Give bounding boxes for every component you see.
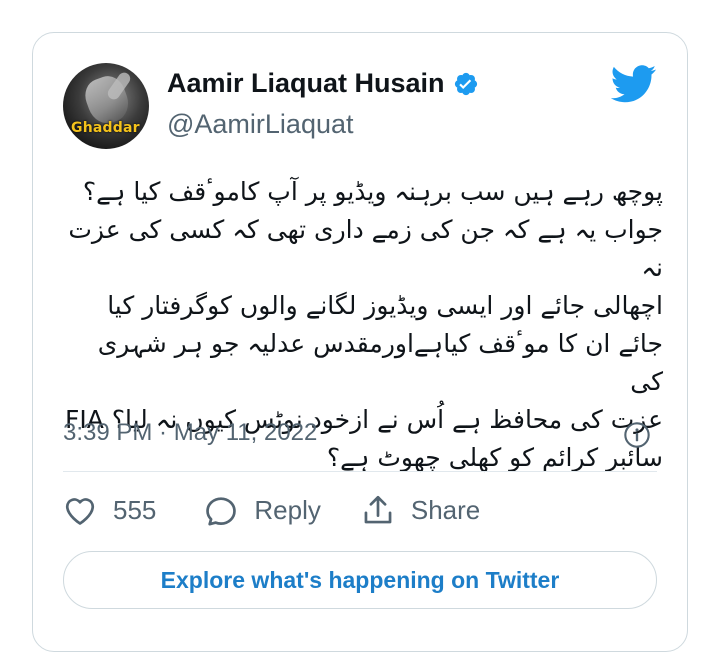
- author-name-row[interactable]: Aamir Liaquat Husain: [167, 68, 479, 99]
- tweet-card: Ghaddar Aamir Liaquat Husain @AamirLiaqu…: [32, 32, 688, 652]
- tweet-timestamp[interactable]: 3:39 PM · May 11, 2022: [63, 419, 317, 447]
- speech-bubble-icon: [206, 497, 237, 526]
- explore-twitter-button[interactable]: Explore what's happening on Twitter: [63, 551, 657, 609]
- avatar-overlay-text: Ghaddar: [71, 120, 140, 136]
- share-upload-icon: [364, 495, 392, 524]
- author-handle[interactable]: @AamirLiaquat: [167, 109, 354, 140]
- author-display-name[interactable]: Aamir Liaquat Husain: [167, 68, 445, 99]
- like-button[interactable]: 555: [63, 494, 156, 526]
- tweet-actions: 555 Reply Share: [63, 493, 480, 527]
- info-icon[interactable]: [623, 421, 651, 449]
- reply-button[interactable]: Reply: [204, 494, 321, 526]
- twitter-bird-icon[interactable]: [611, 65, 657, 103]
- share-label: Share: [410, 494, 481, 525]
- divider: [63, 471, 657, 472]
- verified-badge-icon: [454, 72, 477, 95]
- heart-icon: [65, 498, 95, 525]
- reply-label: Reply: [254, 494, 321, 525]
- avatar[interactable]: Ghaddar: [63, 63, 149, 149]
- like-count: 555: [113, 494, 157, 525]
- share-button[interactable]: Share: [361, 493, 480, 527]
